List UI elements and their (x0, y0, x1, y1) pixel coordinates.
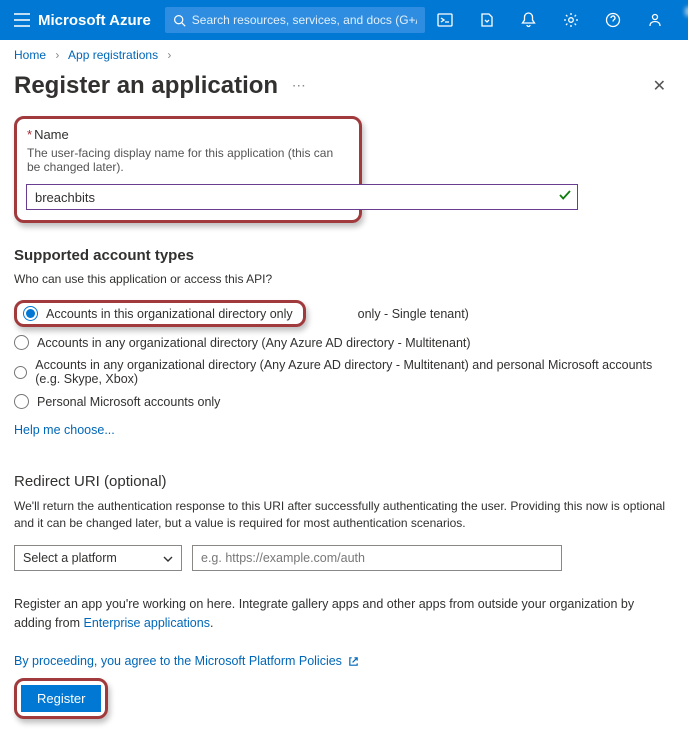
redirect-section-title: Redirect URI (optional) (14, 473, 674, 490)
account-option-3-label: Accounts in any organizational directory… (35, 358, 674, 386)
check-icon (558, 188, 572, 205)
account-option-1-label: Accounts in this organizational director… (46, 307, 293, 321)
register-button[interactable]: Register (21, 685, 101, 712)
platform-select[interactable]: Select a platform (14, 545, 182, 571)
brand-label: Microsoft Azure (38, 12, 151, 29)
account-option-1-suffix: only - Single tenant) (358, 307, 469, 321)
name-help-text: The user-facing display name for this ap… (27, 146, 349, 174)
accounts-section-title: Supported account types (14, 247, 674, 264)
account-option-4-row[interactable]: Personal Microsoft accounts only (14, 390, 674, 413)
account-option-3-row[interactable]: Accounts in any organizational directory… (14, 354, 674, 390)
platform-policies-text: By proceeding, you agree to the Microsof… (14, 654, 342, 668)
account-option-1-highlight: Accounts in this organizational director… (14, 300, 306, 327)
register-button-highlight: Register (14, 678, 108, 719)
account-option-2-label: Accounts in any organizational directory… (37, 336, 471, 350)
breadcrumb-app-registrations[interactable]: App registrations (68, 48, 158, 62)
app-name-input[interactable] (26, 184, 578, 210)
help-me-choose-link[interactable]: Help me choose... (14, 423, 115, 437)
page-body: Register an application ⋯ ✕ *Name The us… (0, 68, 688, 735)
directory-icon[interactable] (467, 0, 507, 40)
chevron-right-icon: › (167, 48, 171, 62)
account-option-2-row[interactable]: Accounts in any organizational directory… (14, 331, 674, 354)
external-link-icon (348, 656, 359, 667)
account-option-2-radio[interactable] (14, 335, 29, 350)
hamburger-menu[interactable] (14, 8, 30, 32)
breadcrumb: Home › App registrations › (0, 40, 688, 68)
close-icon[interactable]: ✕ (645, 72, 674, 100)
breadcrumb-home[interactable]: Home (14, 48, 46, 62)
cloud-shell-icon[interactable] (425, 0, 465, 40)
account-option-1-radio[interactable] (23, 306, 38, 321)
feedback-icon[interactable] (635, 0, 675, 40)
name-label-text: Name (34, 127, 69, 142)
enterprise-applications-link[interactable]: Enterprise applications (83, 616, 209, 630)
integrate-text: Register an app you're working on here. … (14, 595, 674, 633)
redirect-desc: We'll return the authentication response… (14, 498, 674, 533)
search-input[interactable] (192, 13, 417, 27)
help-icon[interactable] (593, 0, 633, 40)
chevron-down-icon (163, 551, 173, 565)
accounts-question: Who can use this application or access t… (14, 272, 674, 286)
global-search[interactable] (165, 7, 425, 33)
redirect-uri-input[interactable] (192, 545, 562, 571)
page-title: Register an application (14, 72, 278, 99)
azure-top-bar: Microsoft Azure (0, 0, 688, 40)
account-option-3-radio[interactable] (14, 365, 27, 380)
settings-icon[interactable] (551, 0, 591, 40)
top-icon-group (425, 0, 675, 40)
name-section-highlight: *Name The user-facing display name for t… (14, 116, 362, 223)
search-icon (173, 14, 186, 27)
chevron-right-icon: › (55, 48, 59, 62)
account-option-4-label: Personal Microsoft accounts only (37, 395, 220, 409)
account-block[interactable] (675, 6, 688, 34)
platform-policies-link[interactable]: By proceeding, you agree to the Microsof… (14, 654, 359, 668)
more-icon[interactable]: ⋯ (292, 77, 306, 93)
account-option-4-radio[interactable] (14, 394, 29, 409)
name-label: *Name (27, 127, 349, 142)
notifications-icon[interactable] (509, 0, 549, 40)
account-option-1-row: Accounts in this organizational director… (14, 296, 674, 331)
platform-select-label: Select a platform (23, 551, 117, 565)
